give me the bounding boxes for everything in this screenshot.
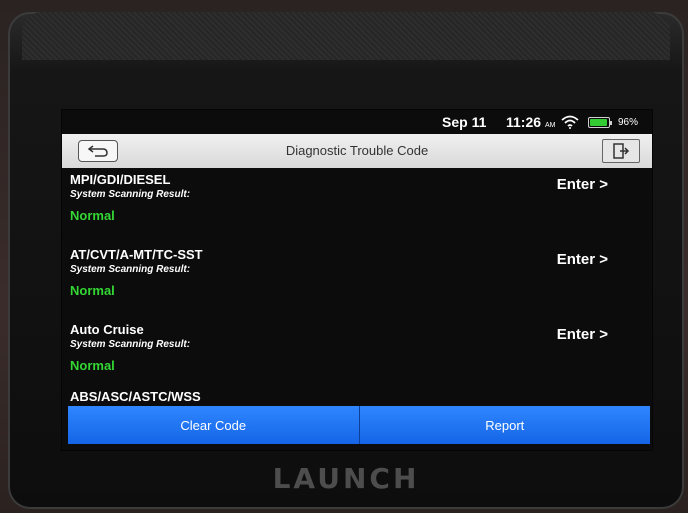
exit-icon [613, 143, 630, 159]
system-item-mpi-gdi-diesel: MPI/GDI/DIESEL System Scanning Result: N… [62, 168, 652, 229]
wifi-icon [561, 115, 579, 129]
exit-button[interactable] [602, 139, 640, 163]
system-item-abs-asc[interactable]: ABS/ASC/ASTC/WSS [62, 379, 652, 404]
scan-result-status: Normal [70, 208, 115, 223]
status-bar: Sep 11 11:26 AM 96% [62, 110, 652, 134]
battery-fill [590, 119, 608, 126]
scan-result-label: System Scanning Result: [70, 264, 191, 275]
system-name: Auto Cruise [70, 322, 144, 337]
report-button[interactable]: Report [359, 406, 650, 444]
status-ampm: AM [544, 122, 556, 129]
device-top-edge [22, 12, 670, 60]
battery-icon [588, 117, 612, 128]
battery-percent: 96% [618, 117, 639, 128]
system-item-auto-cruise: Auto Cruise System Scanning Result: Norm… [62, 304, 652, 379]
title-bar: Diagnostic Trouble Code [62, 134, 652, 168]
enter-button[interactable]: Enter > [557, 326, 608, 343]
status-date: Sep 11 [442, 114, 487, 130]
system-item-at-cvt: AT/CVT/A-MT/TC-SST System Scanning Resul… [62, 229, 652, 304]
clear-code-button[interactable]: Clear Code [68, 406, 359, 444]
scan-result-status: Normal [70, 283, 115, 298]
page-title: Diagnostic Trouble Code [285, 143, 429, 158]
system-name: AT/CVT/A-MT/TC-SST [70, 247, 203, 262]
status-time: 11:26 AM [506, 114, 555, 130]
system-list: MPI/GDI/DIESEL System Scanning Result: N… [62, 168, 652, 404]
device-screen: Sep 11 11:26 AM 96% Diagnostic Trouble C… [62, 110, 652, 450]
enter-button[interactable]: Enter > [557, 251, 608, 268]
scan-result-label: System Scanning Result: [70, 339, 191, 350]
scan-result-status: Normal [70, 358, 115, 373]
scan-result-label: System Scanning Result: [70, 189, 191, 200]
enter-button[interactable]: Enter > [557, 176, 608, 193]
system-name: MPI/GDI/DIESEL [70, 172, 171, 187]
action-bar: Clear Code Report [68, 406, 650, 444]
status-time-value: 11:26 [506, 114, 542, 130]
device-brand-logo: LAUNCH [272, 462, 420, 495]
system-name: ABS/ASC/ASTC/WSS [70, 389, 201, 404]
battery-cap [610, 121, 612, 125]
